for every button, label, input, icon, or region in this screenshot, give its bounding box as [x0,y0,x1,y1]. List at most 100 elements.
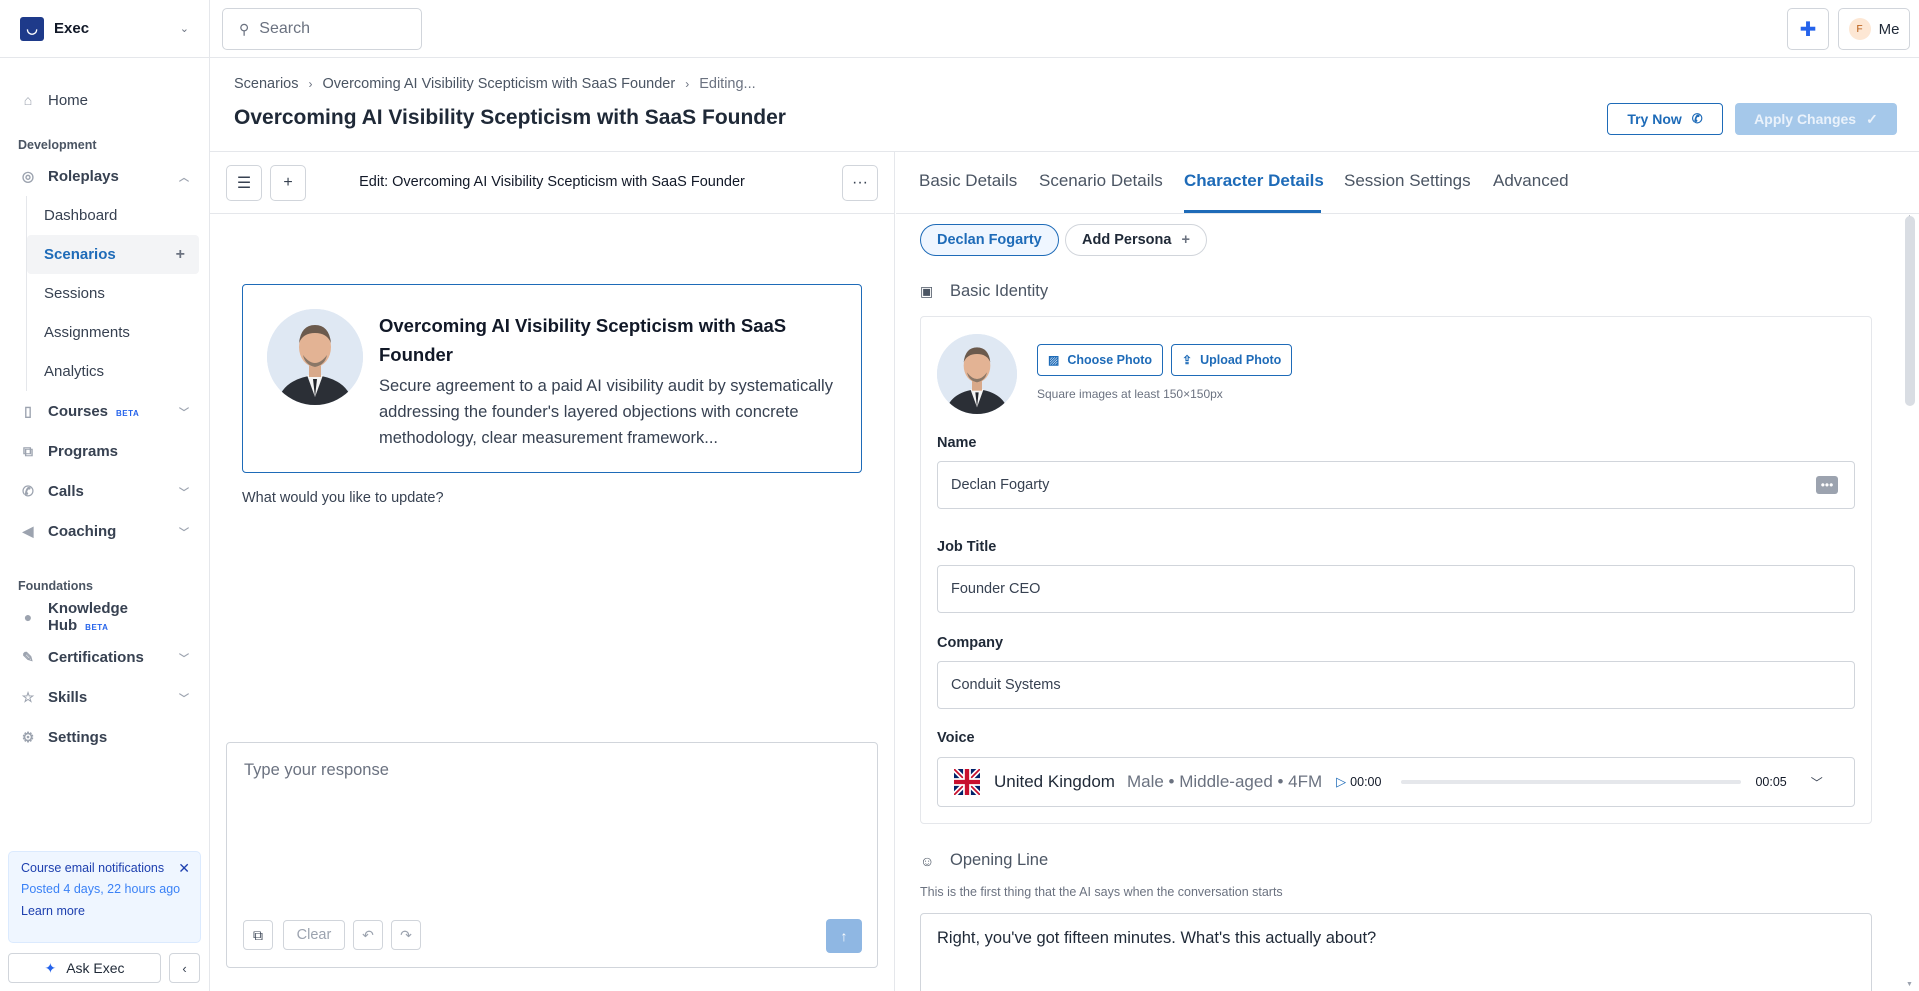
try-now-label: Try Now [1627,111,1682,127]
id-card-icon: ▣ [920,283,934,299]
job-title-label: Job Title [937,539,997,555]
sidebar-item-scenarios[interactable]: Scenarios + [27,235,199,274]
send-button[interactable]: ↑ [826,919,862,953]
sidebar-item-label: Dashboard [44,207,118,224]
breadcrumb: Scenarios › Overcoming AI Visibility Sce… [234,76,756,92]
play-icon[interactable]: ▷ [1336,774,1346,790]
sidebar-item-assignments[interactable]: Assignments [27,313,199,352]
tab-basic-details[interactable]: Basic Details [919,171,1017,191]
chevron-down-icon: ﹀ [179,527,189,539]
breadcrumb-item[interactable]: Overcoming AI Visibility Scepticism with… [322,76,675,92]
apply-changes-button[interactable]: Apply Changes ✓ [1735,103,1897,135]
company-label: Company [937,635,1004,651]
undo-button[interactable]: ↶ [353,920,383,950]
notification-timestamp: Posted 4 days, 22 hours ago [21,882,181,896]
section-header-development: Development [18,138,97,152]
response-input[interactable] [227,743,877,903]
upload-photo-button[interactable]: ⇪ Upload Photo [1171,344,1293,376]
sidebar-item-label: Certifications [48,648,144,666]
persona-chip[interactable]: Declan Fogarty [920,224,1059,256]
choose-photo-button[interactable]: ▨ Choose Photo [1037,344,1164,376]
basic-identity-label: Basic Identity [950,282,1049,300]
photo-hint: Square images at least 150×150px [1037,387,1223,401]
tab-scenario-details[interactable]: Scenario Details [1039,171,1163,191]
workspace-switcher[interactable]: ◡ Exec ⌄ [0,0,209,58]
breadcrumb-item[interactable]: Scenarios [234,76,298,92]
programs-icon: ⧉ [23,442,33,459]
opening-line-field[interactable]: Right, you've got fifteen minutes. What'… [920,913,1872,991]
collapse-sidebar-button[interactable]: ‹ [169,953,200,983]
clear-button[interactable]: Clear [283,920,345,950]
sidebar-item-roleplays[interactable]: ◎ Roleplays ︿ [0,156,209,196]
sidebar-item-label: Programs [48,442,119,460]
scroll-down-icon[interactable]: ▼ [1906,981,1913,988]
learn-more-link[interactable]: Learn more [21,904,188,918]
close-icon[interactable]: ✕ [178,860,190,877]
sidebar-item-label: Home [48,91,89,109]
company-field[interactable]: Conduit Systems [937,661,1855,709]
star-icon: ☆ [21,688,35,705]
add-scenario-icon[interactable]: + [176,246,185,264]
redo-button[interactable]: ↷ [391,920,421,950]
chevron-down-icon[interactable]: ﹀ [1811,774,1823,791]
password-manager-icon[interactable]: ••• [1816,476,1838,494]
tab-character-details[interactable]: Character Details [1184,171,1324,191]
chat-title: Edit: Overcoming AI Visibility Scepticis… [359,174,745,190]
sparkle-icon: ✦ [44,959,57,976]
tab-session-settings[interactable]: Session Settings [1344,171,1471,191]
user-voice-icon: ☺ [920,852,935,869]
create-button[interactable]: ✚ [1787,8,1829,50]
voice-duration: 00:05 [1755,775,1787,789]
notification-card: Course email notifications Posted 4 days… [8,851,201,943]
sidebar-nav: ⌂ Home Development ◎ Roleplays ︿ Dashboa… [0,58,209,757]
plus-sparkle-icon: ✚ [1799,18,1817,41]
add-persona-button[interactable]: Add Persona + [1065,224,1207,256]
roleplays-submenu: Dashboard Scenarios + Sessions Assignment… [26,196,209,391]
character-avatar [267,309,363,405]
phone-icon: ✆ [1691,111,1703,126]
character-photo [937,334,1017,414]
user-menu-button[interactable]: F Me [1838,8,1910,50]
chevron-right-icon: › [685,77,690,91]
chevron-right-icon: › [308,77,313,91]
chat-panel: ☰ + Edit: Overcoming AI Visibility Scept… [210,152,895,991]
name-field[interactable]: Declan Fogarty ••• [937,461,1855,509]
sidebar-item-calls[interactable]: ✆ Calls ﹀ [0,471,209,511]
chevron-down-icon: ﹀ [179,487,189,499]
job-title-field[interactable]: Founder CEO [937,565,1855,613]
add-persona-label: Add Persona [1082,232,1172,248]
voice-select[interactable]: United Kingdom Male • Middle-aged • 4FM … [937,757,1855,807]
sidebar-item-analytics[interactable]: Analytics [27,352,199,391]
ask-exec-label: Ask Exec [66,960,125,976]
sidebar-item-courses[interactable]: ▯ Courses BETA ﹀ [0,391,209,431]
megaphone-icon: ◀ [22,522,34,539]
copy-button[interactable]: ⧉ [243,920,273,950]
voice-label: Voice [937,730,975,746]
scenario-card-title: Overcoming AI Visibility Scepticism with… [379,315,787,365]
page-title: Overcoming AI Visibility Scepticism with… [234,106,786,129]
sidebar-item-programs[interactable]: ⧉ Programs [0,431,209,471]
active-tab-indicator [1184,210,1321,213]
try-now-button[interactable]: Try Now ✆ [1607,103,1723,135]
tab-advanced[interactable]: Advanced [1493,171,1569,191]
ask-exec-button[interactable]: ✦ Ask Exec [8,953,161,983]
sidebar-item-certifications[interactable]: ✎ Certifications ﹀ [0,637,209,677]
sidebar-item-home[interactable]: ⌂ Home [0,80,209,120]
job-title-value: Founder CEO [951,581,1041,597]
sidebar-item-settings[interactable]: ⚙ Settings [0,717,209,757]
phone-icon: ✆ [22,482,34,499]
scenario-card[interactable]: Overcoming AI Visibility Scepticism with… [242,284,862,473]
sidebar-item-label: Settings [48,728,108,746]
lightbulb-icon: ● [23,609,33,625]
sidebar-item-coaching[interactable]: ◀ Coaching ﹀ [0,511,209,551]
voice-details: Male • Middle-aged • 4FM [1126,772,1323,791]
voice-progress-track[interactable] [1401,780,1742,784]
search-input[interactable]: ⚲ Search [222,8,422,50]
sidebar-item-skills[interactable]: ☆ Skills ﹀ [0,677,209,717]
sidebar-item-dashboard[interactable]: Dashboard [27,196,199,235]
sidebar-item-knowledge-hub[interactable]: ● Knowledge Hub BETA [0,597,209,637]
more-options-button[interactable]: ··· [842,165,878,201]
sidebar-item-sessions[interactable]: Sessions [27,274,199,313]
name-label: Name [937,435,977,451]
scrollbar[interactable] [1905,216,1915,406]
